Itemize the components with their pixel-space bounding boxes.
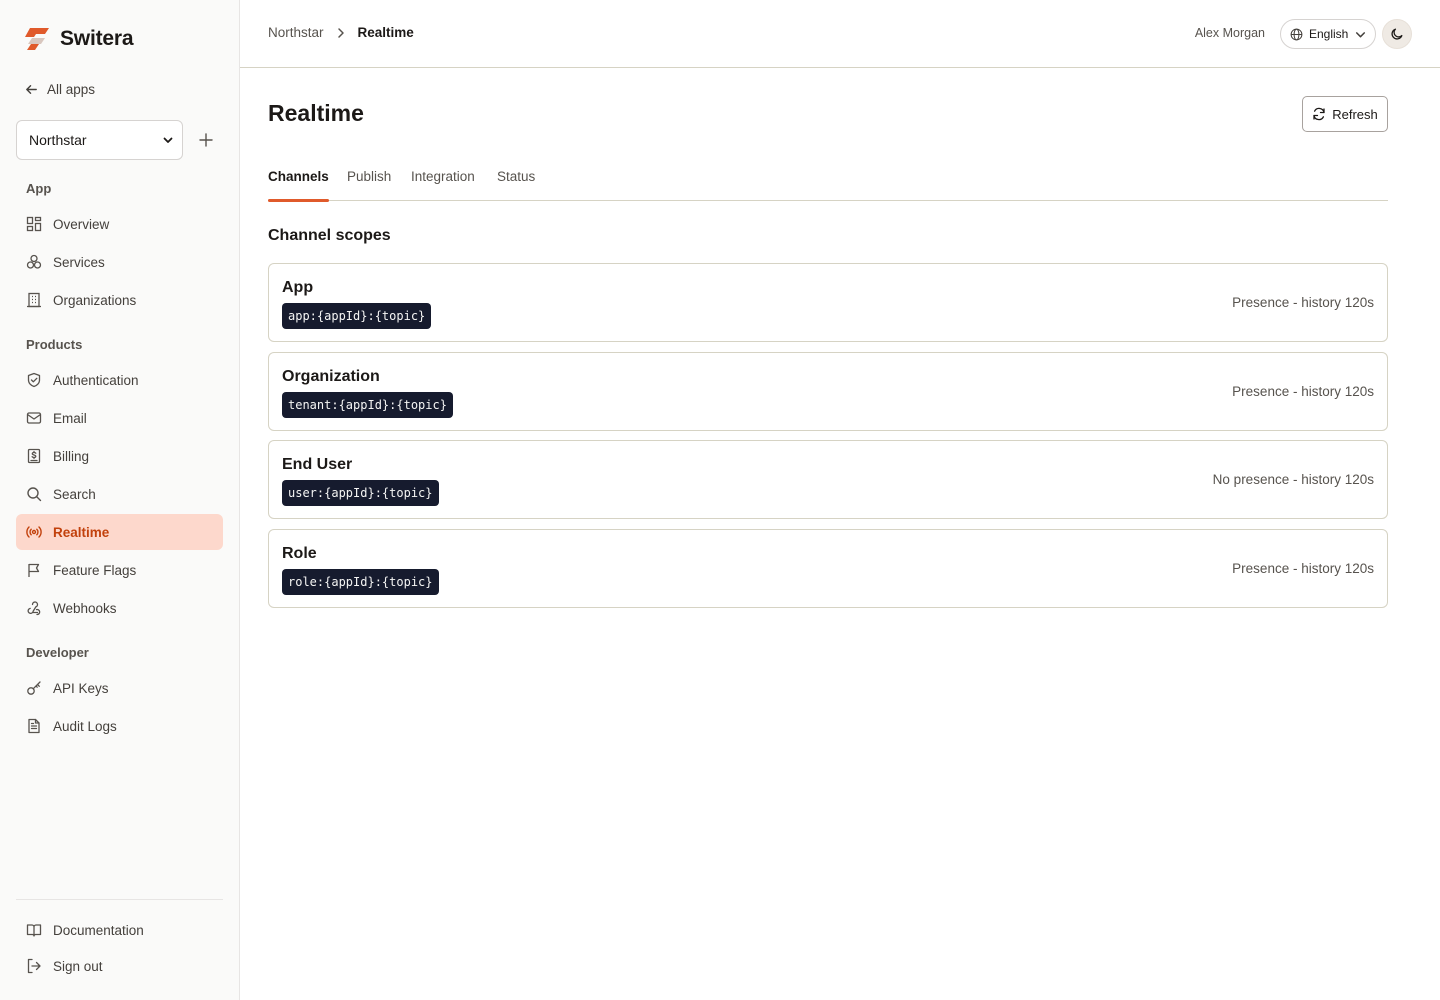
globe-icon [1290,28,1303,40]
scope-card-role[interactable]: Role role:{appId}:{topic} Presence - his… [268,529,1388,608]
refresh-icon [1313,107,1325,121]
chevron-right-icon [334,26,348,40]
section-title-products: Products [26,337,83,352]
tab-publish[interactable]: Publish [347,169,391,201]
user-name: Alex Morgan [1194,26,1265,40]
book-open-icon [26,924,42,937]
scope-meta: Presence - history 120s [1232,295,1374,310]
scope-card-organization[interactable]: Organization tenant:{appId}:{topic} Pres… [268,352,1388,431]
dashboard-icon [26,216,42,232]
all-apps-label: All apps [47,82,96,97]
log-out-icon [27,958,41,974]
sidebar-item-label: API Keys [53,680,109,696]
scope-pattern: role:{appId}:{topic} [282,569,439,595]
sidebar-item-label: Authentication [53,372,139,388]
top-header: Northstar Realtime Alex Morgan English [240,0,1440,68]
services-icon [26,254,42,269]
sidebar-item-webhooks[interactable]: Webhooks [16,590,223,626]
breadcrumb-current: Realtime [357,25,414,40]
section-title-developer: Developer [26,645,89,660]
theme-toggle-button[interactable] [1382,19,1412,49]
scope-meta: Presence - history 120s [1232,384,1374,399]
language-select[interactable]: English [1280,19,1376,49]
chevron-down-icon [1356,31,1366,37]
receipt-icon [27,448,41,464]
key-icon [27,681,41,695]
sidebar-item-label: Documentation [53,922,144,938]
sidebar-item-services[interactable]: Services [16,244,223,280]
breadcrumb-parent[interactable]: Northstar [268,25,324,40]
sidebar-item-realtime[interactable]: Realtime [16,514,223,550]
sidebar-item-organizations[interactable]: Organizations [16,282,223,318]
chevron-down-icon [163,137,173,143]
scope-name: Organization [282,368,380,385]
plus-icon [199,133,213,147]
scope-pattern: tenant:{appId}:{topic} [282,392,453,418]
section-title-app: App [26,181,52,196]
sidebar-item-label: Audit Logs [53,718,117,734]
moon-icon [1391,28,1403,40]
sidebar-item-label: Sign out [53,958,103,974]
refresh-button[interactable]: Refresh [1302,96,1388,132]
sidebar-item-label: Services [53,254,105,270]
shield-check-icon [27,372,41,388]
section-heading: Channel scopes [268,227,391,244]
sidebar-item-audit-logs[interactable]: Audit Logs [16,708,223,744]
sidebar-item-search[interactable]: Search [16,476,223,512]
scope-card-app[interactable]: App app:{appId}:{topic} Presence - histo… [268,263,1388,342]
scope-meta: Presence - history 120s [1232,561,1374,576]
add-app-button[interactable] [196,130,216,150]
sidebar-item-label: Webhooks [53,600,117,616]
switera-logo-icon [25,28,49,50]
scope-card-end-user[interactable]: End User user:{appId}:{topic} No presenc… [268,440,1388,519]
tab-integration[interactable]: Integration [411,169,475,201]
mail-icon [26,412,42,424]
sidebar-item-label: Search [53,486,96,502]
app-select-value: Northstar [29,132,87,148]
tab-channels[interactable]: Channels [268,169,329,202]
scope-name: End User [282,456,353,473]
brand[interactable]: Switera [24,27,134,51]
tab-bar: Channels Publish Integration Status [268,160,1388,202]
sidebar-item-authentication[interactable]: Authentication [16,362,223,398]
webhook-icon [27,601,41,616]
sidebar-item-sign-out[interactable]: Sign out [16,948,223,984]
building-icon [27,292,41,308]
search-icon [27,487,42,502]
sidebar-item-label: Feature Flags [53,562,137,578]
sidebar-item-api-keys[interactable]: API Keys [16,670,223,706]
scope-name: Role [282,545,317,562]
sidebar-item-overview[interactable]: Overview [16,206,223,242]
breadcrumb: Northstar Realtime [268,25,414,40]
language-value: English [1309,27,1349,41]
sidebar-item-label: Email [53,410,87,426]
brand-name: Switera [60,27,134,50]
app-select[interactable]: Northstar [16,120,183,160]
refresh-label: Refresh [1332,106,1378,122]
scope-meta: No presence - history 120s [1212,472,1374,487]
sidebar-item-feature-flags[interactable]: Feature Flags [16,552,223,588]
flag-icon [28,563,40,577]
page-title: Realtime [268,100,364,126]
broadcast-icon [26,526,42,538]
sidebar-item-documentation[interactable]: Documentation [16,912,223,948]
sidebar-item-label: Billing [53,448,90,464]
sidebar-item-email[interactable]: Email [16,400,223,436]
tab-status[interactable]: Status [497,169,535,201]
sidebar-item-label: Organizations [53,292,137,308]
sidebar-item-billing[interactable]: Billing [16,438,223,474]
scope-name: App [282,279,314,296]
sidebar: Switera All apps Northstar App Overview … [0,0,240,1000]
arrow-left-icon [26,85,37,94]
scope-pattern: user:{appId}:{topic} [282,480,439,506]
file-text-icon [28,718,40,734]
sidebar-item-label: Realtime [53,524,110,540]
sidebar-item-label: Overview [53,216,110,232]
all-apps-link[interactable]: All apps [24,82,95,97]
scope-pattern: app:{appId}:{topic} [282,303,432,329]
sidebar-divider [16,899,223,900]
